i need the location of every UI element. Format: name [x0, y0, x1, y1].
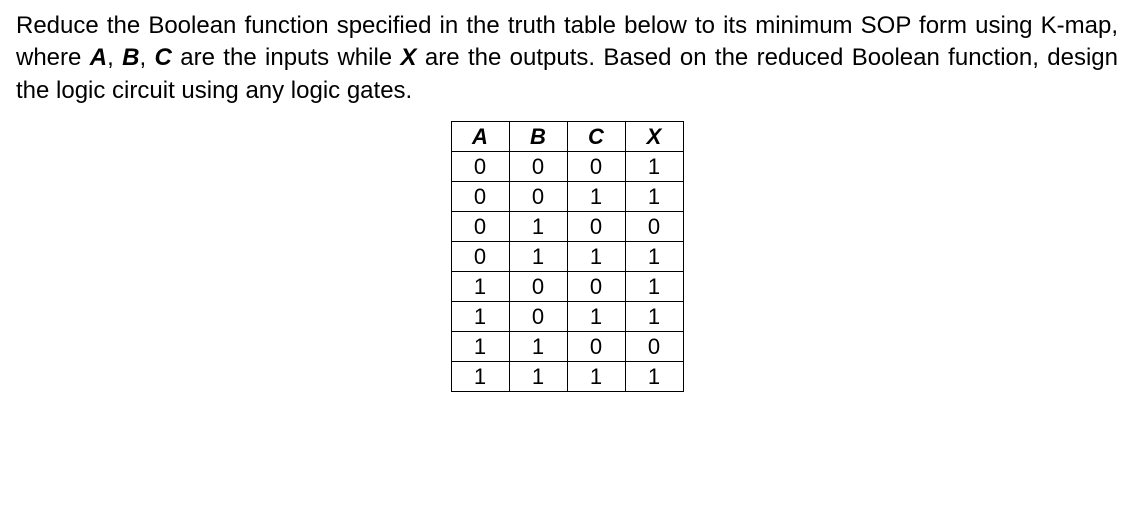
cell: 0	[451, 242, 509, 272]
cell: 0	[451, 152, 509, 182]
cell: 1	[625, 242, 683, 272]
col-header-c: C	[567, 122, 625, 152]
cell: 0	[567, 152, 625, 182]
table-row: 1 0 0 1	[451, 272, 683, 302]
var-a: A	[90, 44, 107, 71]
cell: 1	[567, 182, 625, 212]
text-segment: are the inputs while	[172, 44, 401, 71]
cell: 0	[509, 152, 567, 182]
table-row: 0 0 1 1	[451, 182, 683, 212]
cell: 1	[625, 182, 683, 212]
cell: 1	[451, 272, 509, 302]
truth-table: A B C X 0 0 0 1 0 0 1 1 0 1 0	[451, 121, 684, 392]
cell: 1	[625, 302, 683, 332]
cell: 1	[625, 362, 683, 392]
cell: 1	[509, 332, 567, 362]
cell: 1	[509, 212, 567, 242]
table-row: 0 1 0 0	[451, 212, 683, 242]
cell: 1	[567, 242, 625, 272]
var-x: X	[401, 44, 417, 71]
cell: 1	[625, 272, 683, 302]
cell: 0	[567, 272, 625, 302]
cell: 1	[567, 302, 625, 332]
cell: 0	[625, 212, 683, 242]
truth-table-container: A B C X 0 0 0 1 0 0 1 1 0 1 0	[16, 121, 1118, 392]
col-header-x: X	[625, 122, 683, 152]
table-row: 0 1 1 1	[451, 242, 683, 272]
var-c: C	[155, 44, 172, 71]
text-segment: ,	[107, 44, 122, 71]
col-header-a: A	[451, 122, 509, 152]
problem-statement: Reduce the Boolean function specified in…	[16, 10, 1118, 107]
text-segment: ,	[139, 44, 154, 71]
cell: 0	[567, 212, 625, 242]
cell: 1	[567, 362, 625, 392]
cell: 0	[509, 272, 567, 302]
cell: 1	[509, 242, 567, 272]
cell: 0	[567, 332, 625, 362]
cell: 0	[625, 332, 683, 362]
cell: 0	[509, 302, 567, 332]
cell: 1	[451, 362, 509, 392]
table-row: 1 0 1 1	[451, 302, 683, 332]
table-header-row: A B C X	[451, 122, 683, 152]
col-header-b: B	[509, 122, 567, 152]
table-row: 1 1 0 0	[451, 332, 683, 362]
cell: 1	[451, 332, 509, 362]
table-row: 0 0 0 1	[451, 152, 683, 182]
cell: 0	[509, 182, 567, 212]
cell: 1	[625, 152, 683, 182]
cell: 1	[451, 302, 509, 332]
var-b: B	[122, 44, 139, 71]
cell: 0	[451, 212, 509, 242]
cell: 1	[509, 362, 567, 392]
cell: 0	[451, 182, 509, 212]
table-row: 1 1 1 1	[451, 362, 683, 392]
